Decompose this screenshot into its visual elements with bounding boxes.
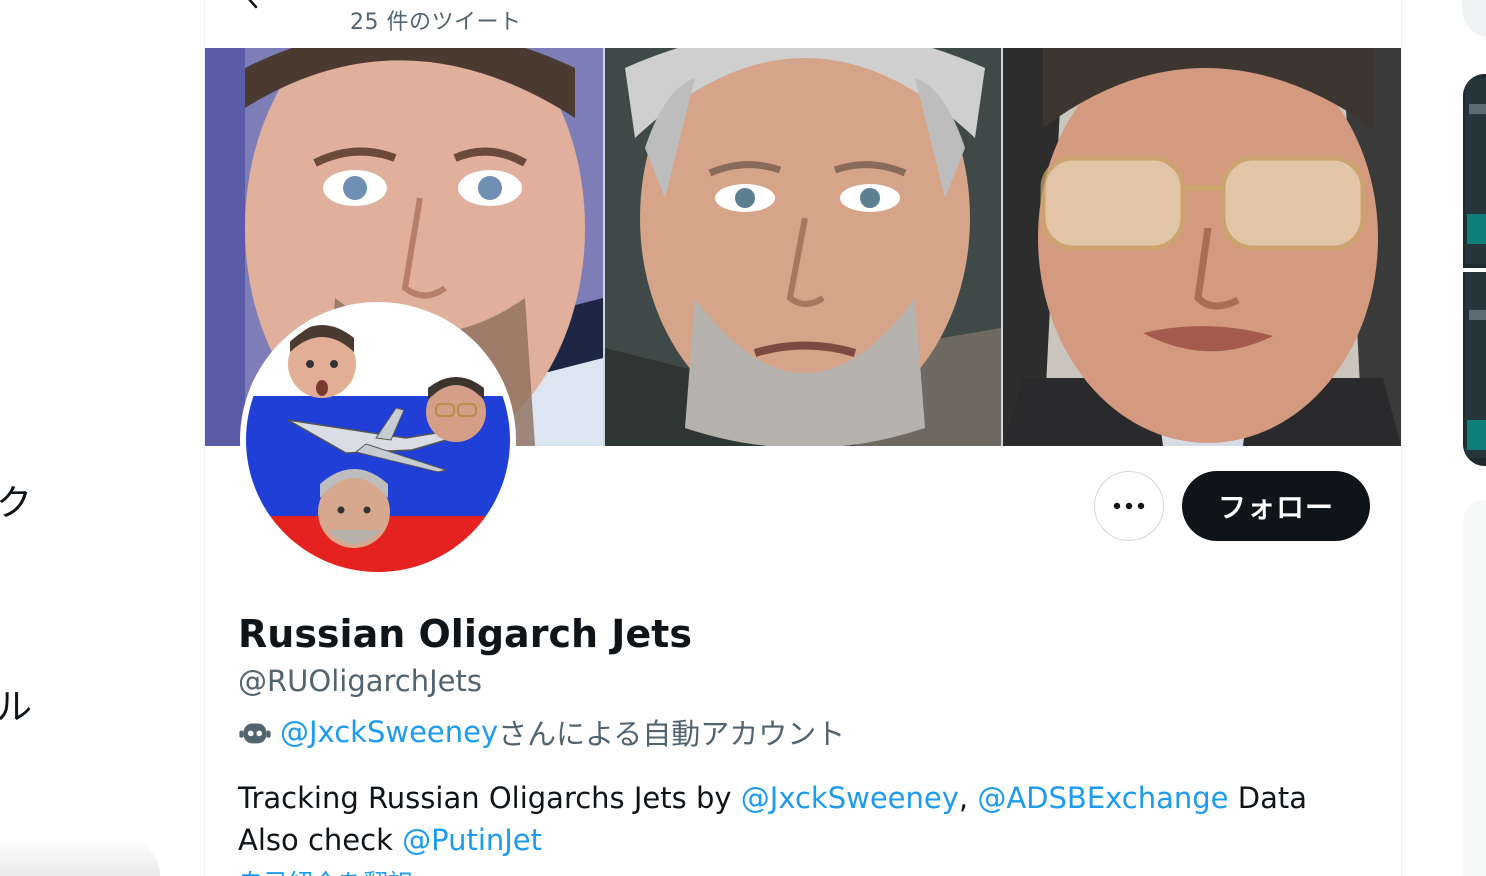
translate-bio-link[interactable]: 自己紹介を翻訳: [238, 864, 413, 876]
more-dots-icon: [1113, 502, 1145, 510]
search-box-partial[interactable]: [1462, 0, 1486, 38]
follow-button[interactable]: フォロー: [1182, 471, 1370, 541]
back-arrow-icon[interactable]: [241, 0, 265, 10]
left-nav-shadow: [0, 836, 160, 876]
display-name: Russian Oligarch Jets: [238, 612, 692, 656]
banner-portrait-2: [605, 48, 1001, 446]
bio-text-1: Tracking Russian Oligarchs Jets by: [238, 781, 741, 815]
profile-page: ク ル 25 件のツイート フォロー Russian Oligarch Jets…: [0, 0, 1486, 876]
bio-mention-adsbexchange[interactable]: @ADSBExchange: [977, 781, 1228, 815]
profile-bio: Tracking Russian Oligarchs Jets by @Jxck…: [238, 777, 1368, 861]
automated-by-suffix: さんによる自動アカウント: [498, 717, 846, 751]
profile-handle: @RUOligarchJets: [238, 664, 482, 698]
bio-separator: ,: [958, 781, 978, 815]
profile-header-bar: 25 件のツイート: [205, 0, 1401, 48]
automated-account-label: @JxckSweeney さんによる自動アカウント: [238, 712, 845, 752]
bio-mention-putinjet[interactable]: @PutinJet: [402, 823, 542, 857]
left-nav-item-partial-2[interactable]: ル: [0, 690, 32, 726]
media-thumbnail-partial[interactable]: [1463, 74, 1486, 466]
profile-avatar[interactable]: [240, 302, 516, 578]
bio-mention-jxcksweeney[interactable]: @JxckSweeney: [741, 781, 959, 815]
robot-icon: [239, 723, 271, 744]
sidebar-card-partial: [1463, 500, 1486, 876]
automated-by-link[interactable]: @JxckSweeney: [280, 715, 498, 749]
banner-portrait-3: [1003, 48, 1401, 446]
main-column: 25 件のツイート フォロー Russian Oligarch Jets @RU…: [204, 0, 1402, 876]
left-nav-item-partial-1[interactable]: ク: [0, 486, 32, 522]
more-options-button[interactable]: [1094, 471, 1164, 541]
tweet-count: 25 件のツイート: [350, 10, 522, 35]
